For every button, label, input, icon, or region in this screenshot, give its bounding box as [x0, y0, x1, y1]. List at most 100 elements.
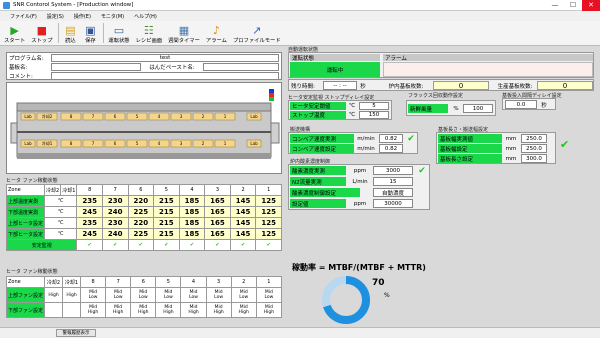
table-row: 下部ヒータ設定 ℃ 245 240 225 215 185 165 145 12…	[5, 228, 282, 240]
minimize-button[interactable]: —	[546, 0, 564, 11]
board-insert-value[interactable]: 0.0	[505, 100, 537, 109]
oxygen-mode-value[interactable]: 自動濃度	[373, 188, 413, 197]
zone-top-label: 7	[91, 114, 95, 119]
menu-help[interactable]: ヘルプ(H)	[134, 13, 157, 20]
title-bar: SNR Contorol System - [Production window…	[0, 0, 600, 11]
alarm-history-button[interactable]: 警報履歴表示	[56, 329, 96, 337]
uptime-formula: 稼動率 = MTBF/(MTBF + MTTR)	[292, 263, 426, 272]
table-header: 3	[204, 184, 231, 196]
width-check-icon: ✔	[560, 138, 570, 151]
zone-top-label: Lab	[250, 114, 258, 119]
stop-temp-value[interactable]: 150	[359, 111, 389, 119]
menu-operation[interactable]: 操作(E)	[74, 13, 91, 20]
length-set-unit: mm	[505, 155, 517, 162]
heater-threshold-value[interactable]: 5	[359, 102, 389, 110]
recipe-button[interactable]: ☷ レシピ画面	[136, 20, 163, 45]
table-header: 2	[229, 184, 257, 196]
row-unit: ℃	[44, 217, 78, 229]
oxygen-setpoint-value[interactable]: 30000	[373, 199, 413, 208]
row-unit: ℃	[44, 195, 78, 207]
in-oven-count-value: 0	[433, 81, 489, 90]
alarm-button[interactable]: ♪ アラーム	[206, 20, 227, 45]
width-set-value[interactable]: 250.0	[521, 144, 547, 153]
toolbar: ▶ スタート ■ ストップ ▤ 読込 ▣ 保存 ▭ 運転状態 ☷ レシピ画面 ▦ 週間タイマー…	[0, 21, 600, 46]
alarm-value	[383, 62, 593, 77]
row-label: 上部ヒータ設定	[5, 217, 46, 229]
check-icon: ✔	[418, 166, 426, 175]
conveyor-set-value[interactable]: 0.82	[379, 144, 403, 153]
program-name-value[interactable]: test	[51, 54, 279, 62]
stable-monitor-label: 安定監視	[5, 239, 78, 251]
table-row: 上部ファン設定 High High Mid Low Mid Low Mid Lo…	[5, 287, 283, 303]
profile-mode-button[interactable]: ↗ プロファイルモード	[233, 20, 281, 45]
board-insert-panel: 0.0 秒	[502, 98, 556, 110]
load-button[interactable]: ▤ 読込	[63, 20, 77, 45]
conveyor-actual-value: 0.82	[379, 134, 403, 143]
program-name-label: プログラム名:	[9, 56, 44, 62]
run-status-button[interactable]: ▭ 運転状態	[108, 20, 129, 45]
board-name-value[interactable]	[51, 63, 141, 71]
setpoint-cell[interactable]: 185	[178, 228, 206, 240]
remaining-time-value: -- : --	[323, 81, 357, 90]
zone-top-label: 4	[157, 114, 161, 119]
save-button[interactable]: ▣ 保存	[83, 20, 97, 45]
fresh-air-value[interactable]: 100	[463, 104, 493, 113]
zone-top-label: 1	[223, 114, 227, 119]
solder-paste-value[interactable]	[203, 63, 279, 71]
in-oven-count-label: 炉内基板枚数:	[388, 83, 424, 90]
menu-monitor[interactable]: モニタ(M)	[101, 13, 124, 20]
check-icon: ✔	[127, 239, 155, 251]
stop-button[interactable]: ■ ストップ	[31, 20, 52, 45]
setpoint-cell[interactable]: 230	[101, 217, 129, 229]
comment-value[interactable]	[51, 72, 279, 80]
temp-cell: 125	[255, 195, 282, 207]
setpoint-cell[interactable]: 225	[127, 228, 155, 240]
toolbar-separator	[58, 23, 60, 43]
temp-cell: 235	[76, 195, 103, 207]
setpoint-cell[interactable]: 185	[178, 217, 206, 229]
zone-bottom-label: 8	[69, 141, 73, 146]
setpoint-cell[interactable]: 240	[101, 228, 129, 240]
setpoint-cell[interactable]: 235	[76, 217, 103, 229]
stop-temp-unit: ℃	[348, 112, 356, 118]
check-icon: ✔	[178, 239, 206, 251]
setpoint-cell[interactable]: 145	[229, 217, 257, 229]
weekly-timer-button[interactable]: ▦ 週間タイマー	[168, 20, 200, 45]
setpoint-cell[interactable]: 165	[204, 217, 231, 229]
menu-settings[interactable]: 設定(S)	[47, 13, 64, 20]
length-set-value[interactable]: 300.0	[521, 154, 547, 163]
check-icon: ✔	[229, 239, 257, 251]
temp-cell: 145	[229, 195, 257, 207]
start-button[interactable]: ▶ スタート	[4, 20, 25, 45]
check-icon: ✔	[255, 239, 282, 251]
n2-flow-value: 15	[373, 177, 413, 186]
setpoint-cell[interactable]: 125	[255, 217, 282, 229]
heater-threshold-unit: ℃	[348, 103, 356, 109]
close-button[interactable]: ✕	[582, 0, 600, 11]
setpoint-cell[interactable]: 220	[127, 217, 155, 229]
stop-temp-label: ストップ温度	[290, 111, 346, 119]
conveyor-actual-label: コンベア速度実測	[290, 134, 354, 143]
table-header: 5	[155, 276, 182, 288]
board-insert-unit: 秒	[541, 102, 547, 109]
menu-file[interactable]: ファイル(F)	[10, 13, 37, 20]
heater-delay-panel: ヒータ安定閾値 ℃ 5 ストップ温度 ℃ 150	[288, 100, 392, 120]
fan-cell: High	[62, 287, 82, 303]
maximize-button[interactable]: ☐	[564, 0, 582, 11]
status-bar: 警報履歴表示	[0, 327, 600, 338]
temp-cell: 240	[101, 206, 129, 218]
setpoint-cell[interactable]: 215	[153, 228, 180, 240]
setpoint-cell[interactable]: 215	[153, 217, 180, 229]
setpoint-cell[interactable]: 125	[255, 228, 282, 240]
setpoint-cell[interactable]: 245	[76, 228, 103, 240]
count-panel: 残り時間: -- : -- 秒 炉内基板枚数: 0 生産基板枚数: 0	[288, 79, 594, 91]
temp-cell: 125	[255, 206, 282, 218]
remaining-time-unit: 秒	[360, 83, 366, 90]
setpoint-cell[interactable]: 145	[229, 228, 257, 240]
heater-temperature-table: Zone 冷却2 冷却1 8 7 6 5 4 3 2 1 上部温度実測 ℃ 23…	[5, 184, 282, 251]
table-row: 下部温度実測 ℃ 245 240 225 215 185 165 145 125	[5, 206, 282, 218]
oxygen-actual-value: 3000	[373, 166, 413, 175]
setpoint-cell[interactable]: 165	[204, 228, 231, 240]
row-unit: ℃	[44, 206, 78, 218]
n2-flow-unit: L/min	[352, 178, 368, 185]
